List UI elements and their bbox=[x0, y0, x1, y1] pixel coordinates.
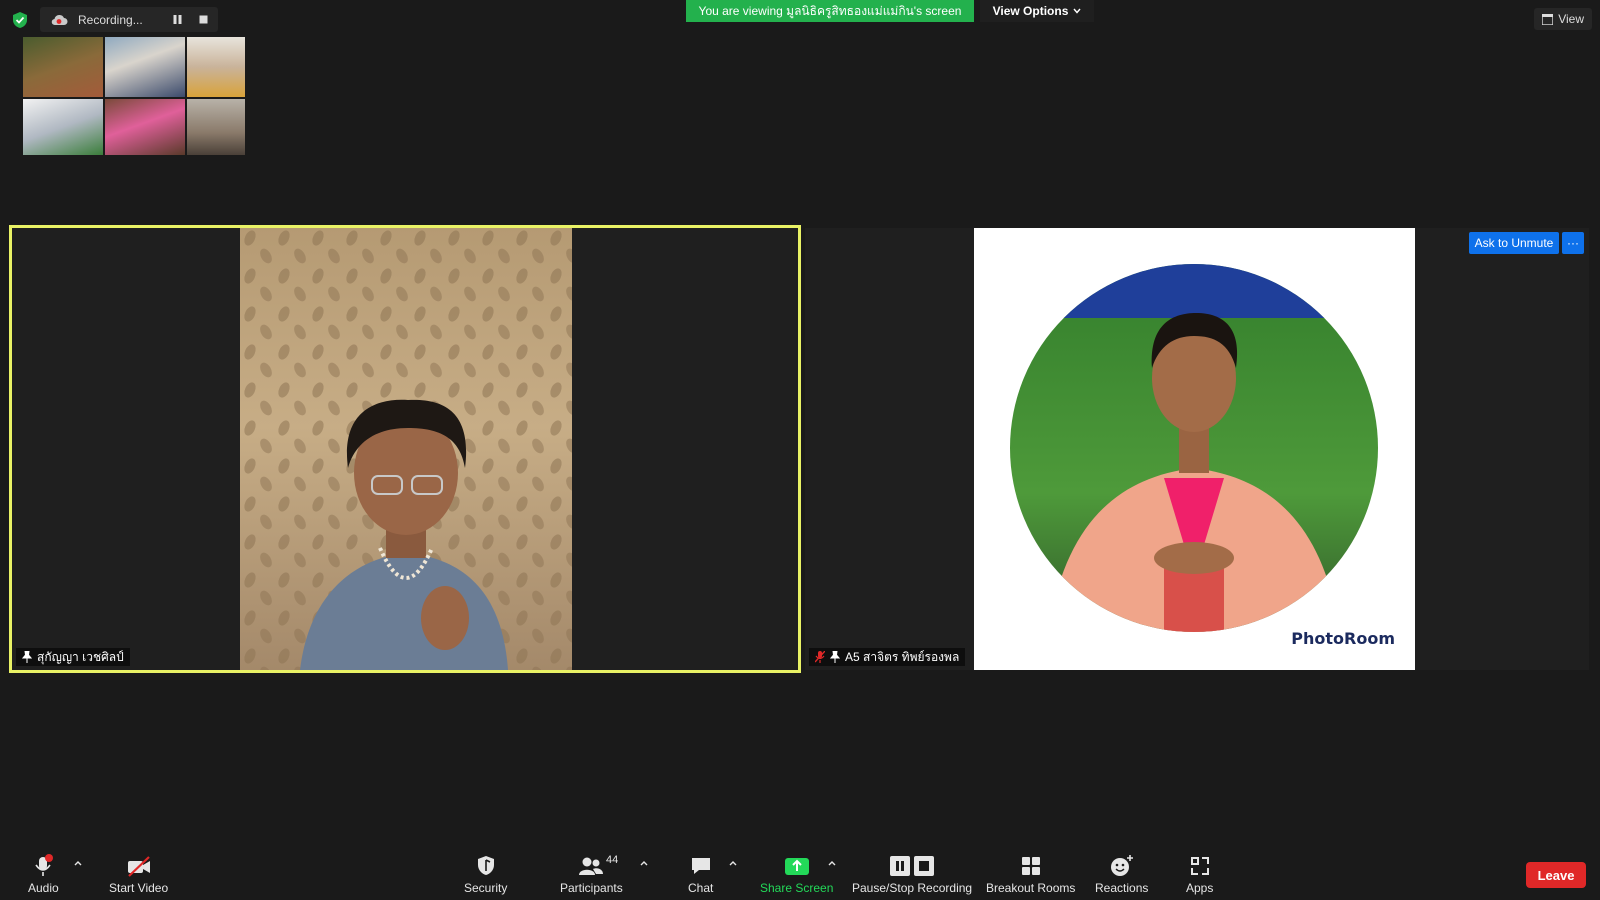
share-screen-button[interactable]: Share Screen bbox=[760, 854, 833, 896]
participant-name-label: สุกัญญา เวชศิลป์ bbox=[16, 648, 130, 666]
smiley-icon bbox=[1110, 855, 1133, 876]
chevron-down-icon bbox=[1073, 8, 1081, 14]
start-video-label: Start Video bbox=[109, 881, 169, 895]
apps-icon bbox=[1190, 857, 1209, 875]
grid-icon bbox=[1021, 857, 1040, 875]
view-button[interactable]: View bbox=[1534, 8, 1592, 30]
pin-icon bbox=[22, 651, 32, 663]
pause-recording-icon[interactable] bbox=[172, 14, 183, 25]
audio-options-caret-icon[interactable] bbox=[73, 858, 83, 868]
apps-button[interactable]: Apps bbox=[1186, 854, 1213, 896]
security-button[interactable]: Security bbox=[464, 854, 507, 896]
pause-stop-icon bbox=[890, 856, 935, 876]
curtain-background bbox=[240, 228, 572, 670]
audio-button[interactable]: Audio bbox=[28, 854, 59, 896]
chat-label: Chat bbox=[688, 881, 714, 895]
active-speaker-tile[interactable]: สุกัญญา เวชศิลป์ bbox=[9, 225, 801, 673]
pause-stop-recording-button[interactable]: Pause/Stop Recording bbox=[852, 854, 972, 896]
reactions-label: Reactions bbox=[1095, 881, 1149, 895]
muted-microphone-icon bbox=[815, 651, 825, 663]
participant-tile[interactable]: PhotoRoom A5 สาจิตร ทิพย์รองพล bbox=[805, 228, 1589, 670]
meeting-toolbar: Audio Start Video Security Participants … bbox=[0, 840, 1600, 900]
pause-stop-recording-label: Pause/Stop Recording bbox=[852, 881, 973, 895]
leave-button[interactable]: Leave bbox=[1526, 862, 1586, 888]
video-off-icon bbox=[127, 856, 150, 877]
participants-count: 44 bbox=[606, 854, 619, 866]
chat-button[interactable]: Chat bbox=[688, 854, 713, 896]
pin-icon bbox=[830, 651, 840, 663]
grid-view-icon bbox=[1542, 13, 1554, 25]
security-label: Security bbox=[464, 881, 508, 895]
ask-to-unmute-button[interactable]: Ask to Unmute bbox=[1469, 232, 1559, 254]
participant-name: สุกัญญา เวชศิลป์ bbox=[37, 649, 124, 664]
participant-video bbox=[240, 228, 572, 670]
recording-indicator: Recording... bbox=[40, 7, 218, 32]
chat-icon bbox=[691, 858, 710, 874]
photoroom-watermark: PhotoRoom bbox=[1291, 629, 1395, 648]
breakout-rooms-label: Breakout Rooms bbox=[986, 881, 1076, 895]
share-screen-label: Share Screen bbox=[760, 881, 834, 895]
stop-recording-icon[interactable] bbox=[198, 14, 209, 25]
chat-options-caret-icon[interactable] bbox=[728, 858, 738, 868]
shared-photo bbox=[22, 36, 104, 98]
view-label: View bbox=[1558, 12, 1584, 26]
more-options-button[interactable]: ··· bbox=[1562, 232, 1584, 254]
participant-name-label: A5 สาจิตร ทิพย์รองพล bbox=[809, 648, 966, 666]
audio-label: Audio bbox=[28, 881, 59, 895]
shared-screen-thumbnail[interactable] bbox=[22, 36, 246, 156]
share-options-caret-icon[interactable] bbox=[827, 858, 837, 868]
view-options-button[interactable]: View Options bbox=[980, 0, 1094, 22]
shared-photo bbox=[104, 36, 186, 98]
viewing-screen-banner: You are viewing มูลนิธิครูสิทธองแม่แม่กิ… bbox=[686, 0, 974, 22]
people-icon bbox=[579, 857, 604, 875]
reactions-button[interactable]: Reactions bbox=[1095, 854, 1148, 896]
shared-photo bbox=[22, 98, 104, 156]
shield-icon bbox=[477, 856, 494, 875]
cloud-recording-icon bbox=[51, 14, 68, 25]
participants-options-caret-icon[interactable] bbox=[639, 858, 649, 868]
encryption-shield-icon[interactable] bbox=[10, 10, 30, 30]
microphone-icon bbox=[35, 854, 54, 876]
apps-label: Apps bbox=[1186, 881, 1214, 895]
shared-photo bbox=[186, 98, 246, 156]
participants-label: Participants bbox=[560, 881, 623, 895]
view-options-label: View Options bbox=[992, 4, 1069, 18]
participant-name: A5 สาจิตร ทิพย์รองพล bbox=[845, 649, 960, 664]
participant-profile-photo: PhotoRoom bbox=[974, 228, 1415, 670]
breakout-rooms-button[interactable]: Breakout Rooms bbox=[986, 854, 1075, 896]
share-screen-icon bbox=[784, 858, 809, 875]
profile-picture bbox=[1010, 264, 1378, 632]
shared-photo bbox=[104, 98, 186, 156]
start-video-button[interactable]: Start Video bbox=[109, 854, 168, 896]
recording-label: Recording... bbox=[78, 12, 143, 27]
shared-photo bbox=[186, 36, 246, 98]
